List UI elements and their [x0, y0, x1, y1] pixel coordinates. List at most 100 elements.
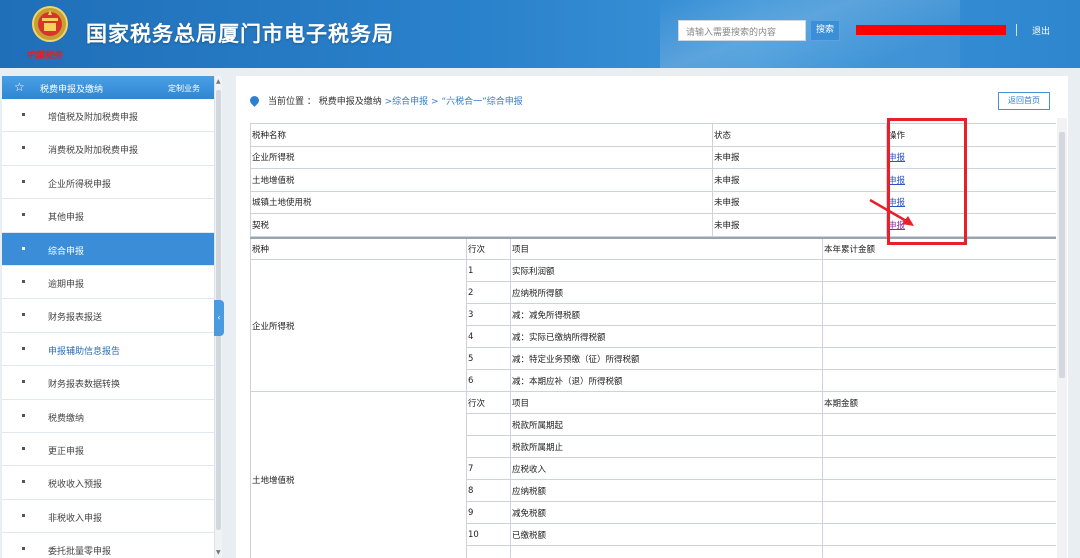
breadcrumb-level-2[interactable]: >综合申报 > [382, 97, 442, 107]
seq-cell: 1 [466, 259, 511, 282]
scroll-down-icon[interactable]: ▼ [216, 549, 221, 556]
sidebar-item-comprehensive[interactable]: 综合申报 [2, 232, 214, 266]
amount-input[interactable] [822, 523, 1056, 546]
sidebar-heading[interactable]: ☆ 税费申报及缴纳 定制业务 [2, 76, 214, 99]
sidebar-item-other[interactable]: 其他申报 [2, 199, 214, 233]
sidebar-item-label: 税收收入预报 [48, 480, 103, 491]
bullet-icon [22, 213, 25, 217]
cit-group-cell: 企业所得税 [250, 259, 467, 392]
star-icon[interactable]: ☆ [14, 80, 25, 94]
sidebar-item-report-convert[interactable]: 财务报表数据转换 [2, 366, 214, 400]
amount-input[interactable] [822, 347, 1056, 370]
sidebar-item-vat[interactable]: 增值税及附加税费申报 [2, 99, 214, 133]
search-input[interactable]: 请输入需要搜索的内容 [678, 20, 806, 41]
scroll-up-icon[interactable]: ▲ [216, 78, 221, 85]
item-cell: 应纳税额 [510, 479, 823, 502]
amount-input[interactable] [822, 413, 1056, 436]
detail-table: 税种 行次 项目 本年累计金额 企业所得税 1 实际利润额 2 应纳税所得额 3… [250, 236, 1056, 558]
item-cell: 减：本期应补（退）所得税额 [510, 369, 823, 392]
tax-name-cell: 企业所得税 [250, 145, 713, 169]
bullet-icon [22, 313, 25, 317]
header-tax: 税种 [250, 237, 467, 260]
collapse-sidebar-icon[interactable]: ‹ [214, 300, 224, 336]
sidebar-item-label: 财务报表数据转换 [48, 380, 121, 391]
sidebar-item-financial-reports[interactable]: 财务报表报送 [2, 299, 214, 333]
sidebar-item-label: 申报辅助信息报告 [48, 346, 121, 357]
sidebar-item-label: 税费缴纳 [48, 413, 85, 424]
amount-input[interactable] [822, 325, 1056, 348]
status-cell: 未申报 [712, 190, 887, 214]
sidebar-item-consumption-tax[interactable]: 消费税及附加税费申报 [2, 132, 214, 166]
sidebar-item-overdue[interactable]: 逾期申报 [2, 266, 214, 300]
lvat-group-cell: 土地增值税 [250, 391, 467, 558]
seq-cell: 10 [466, 523, 511, 546]
bullet-icon [22, 179, 25, 183]
header-status: 状态 [712, 123, 887, 147]
search-button[interactable]: 搜索 [810, 20, 840, 41]
amount-input[interactable] [822, 501, 1056, 524]
amount-input[interactable] [822, 369, 1056, 392]
seq-cell [466, 413, 511, 436]
bullet-icon [22, 480, 25, 484]
header-item: 项目 [510, 237, 823, 260]
tax-name-cell: 土地增值税 [250, 168, 713, 192]
sidebar-item-label: 委托批量零申报 [48, 547, 112, 558]
tax-name-cell: 城镇土地使用税 [250, 190, 713, 214]
breadcrumb-level-1: 税费申报及缴纳 [318, 97, 382, 107]
bullet-icon [22, 547, 25, 551]
item-cell: 税款所属期起 [510, 413, 823, 436]
status-cell: 未申报 [712, 168, 887, 192]
sidebar-heading-label: 税费申报及缴纳 [40, 85, 104, 95]
amount-input[interactable] [822, 545, 1056, 558]
amount-input[interactable] [822, 281, 1056, 304]
bullet-icon [22, 413, 25, 417]
item-cell [510, 545, 823, 558]
status-cell: 未申报 [712, 145, 887, 169]
custom-business-link[interactable]: 定制业务 [168, 83, 200, 94]
main-scrollbar[interactable] [1057, 118, 1067, 558]
seq-cell [466, 545, 511, 558]
location-pin-icon [248, 94, 261, 107]
amount-input[interactable] [822, 259, 1056, 282]
bullet-icon [22, 279, 25, 283]
item-cell: 实际利润额 [510, 259, 823, 282]
seq-cell: 7 [466, 457, 511, 480]
bullet-icon [22, 380, 25, 384]
breadcrumb-prefix: 当前位置 ： [268, 97, 316, 107]
bullet-icon [22, 113, 25, 116]
sidebar-item-label: 增值税及附加税费申报 [48, 113, 139, 123]
sidebar-item-label: 企业所得税申报 [48, 179, 112, 190]
item-cell: 减：减免所得税额 [510, 303, 823, 326]
site-title: 国家税务总局厦门市电子税务局 [86, 22, 394, 46]
sidebar-item-aux-info[interactable]: 申报辅助信息报告 [2, 333, 214, 367]
amount-input[interactable] [822, 303, 1056, 326]
seq-cell: 3 [466, 303, 511, 326]
bullet-icon [22, 246, 25, 250]
logout-link[interactable]: 退出 [1032, 24, 1050, 37]
status-cell: 未申报 [712, 213, 887, 237]
sidebar-item-batch-zero[interactable]: 委托批量零申报 [2, 533, 214, 558]
tax-emblem-icon [32, 6, 68, 42]
return-home-button[interactable]: 返回首页 [998, 92, 1050, 110]
main-scroll-thumb[interactable] [1059, 132, 1065, 378]
sidebar-item-label: 逾期申报 [48, 279, 85, 290]
seq-cell: 2 [466, 281, 511, 304]
tax-name-cell: 契税 [250, 213, 713, 237]
bullet-icon [22, 346, 25, 350]
breadcrumb-level-3[interactable]: “六税合一”综合申报 [441, 97, 522, 107]
sidebar-item-cit[interactable]: 企业所得税申报 [2, 166, 214, 200]
sidebar-item-payment[interactable]: 税费缴纳 [2, 400, 214, 433]
redacted-username [856, 25, 1006, 35]
amount-input[interactable] [822, 435, 1056, 458]
item-cell: 减免税额 [510, 501, 823, 524]
sidebar-item-revenue-forecast[interactable]: 税收收入预报 [2, 466, 214, 500]
item-cell: 应纳税所得额 [510, 281, 823, 304]
item-header-cell: 项目 [510, 391, 823, 414]
sidebar-item-label: 财务报表报送 [48, 313, 103, 324]
amount-input[interactable] [822, 457, 1056, 480]
item-cell: 减：特定业务预缴（征）所得税额 [510, 347, 823, 370]
header-divider [1016, 24, 1017, 36]
amount-input[interactable] [822, 479, 1056, 502]
sidebar-item-correction[interactable]: 更正申报 [2, 433, 214, 467]
sidebar-item-non-tax[interactable]: 非税收入申报 [2, 500, 214, 534]
